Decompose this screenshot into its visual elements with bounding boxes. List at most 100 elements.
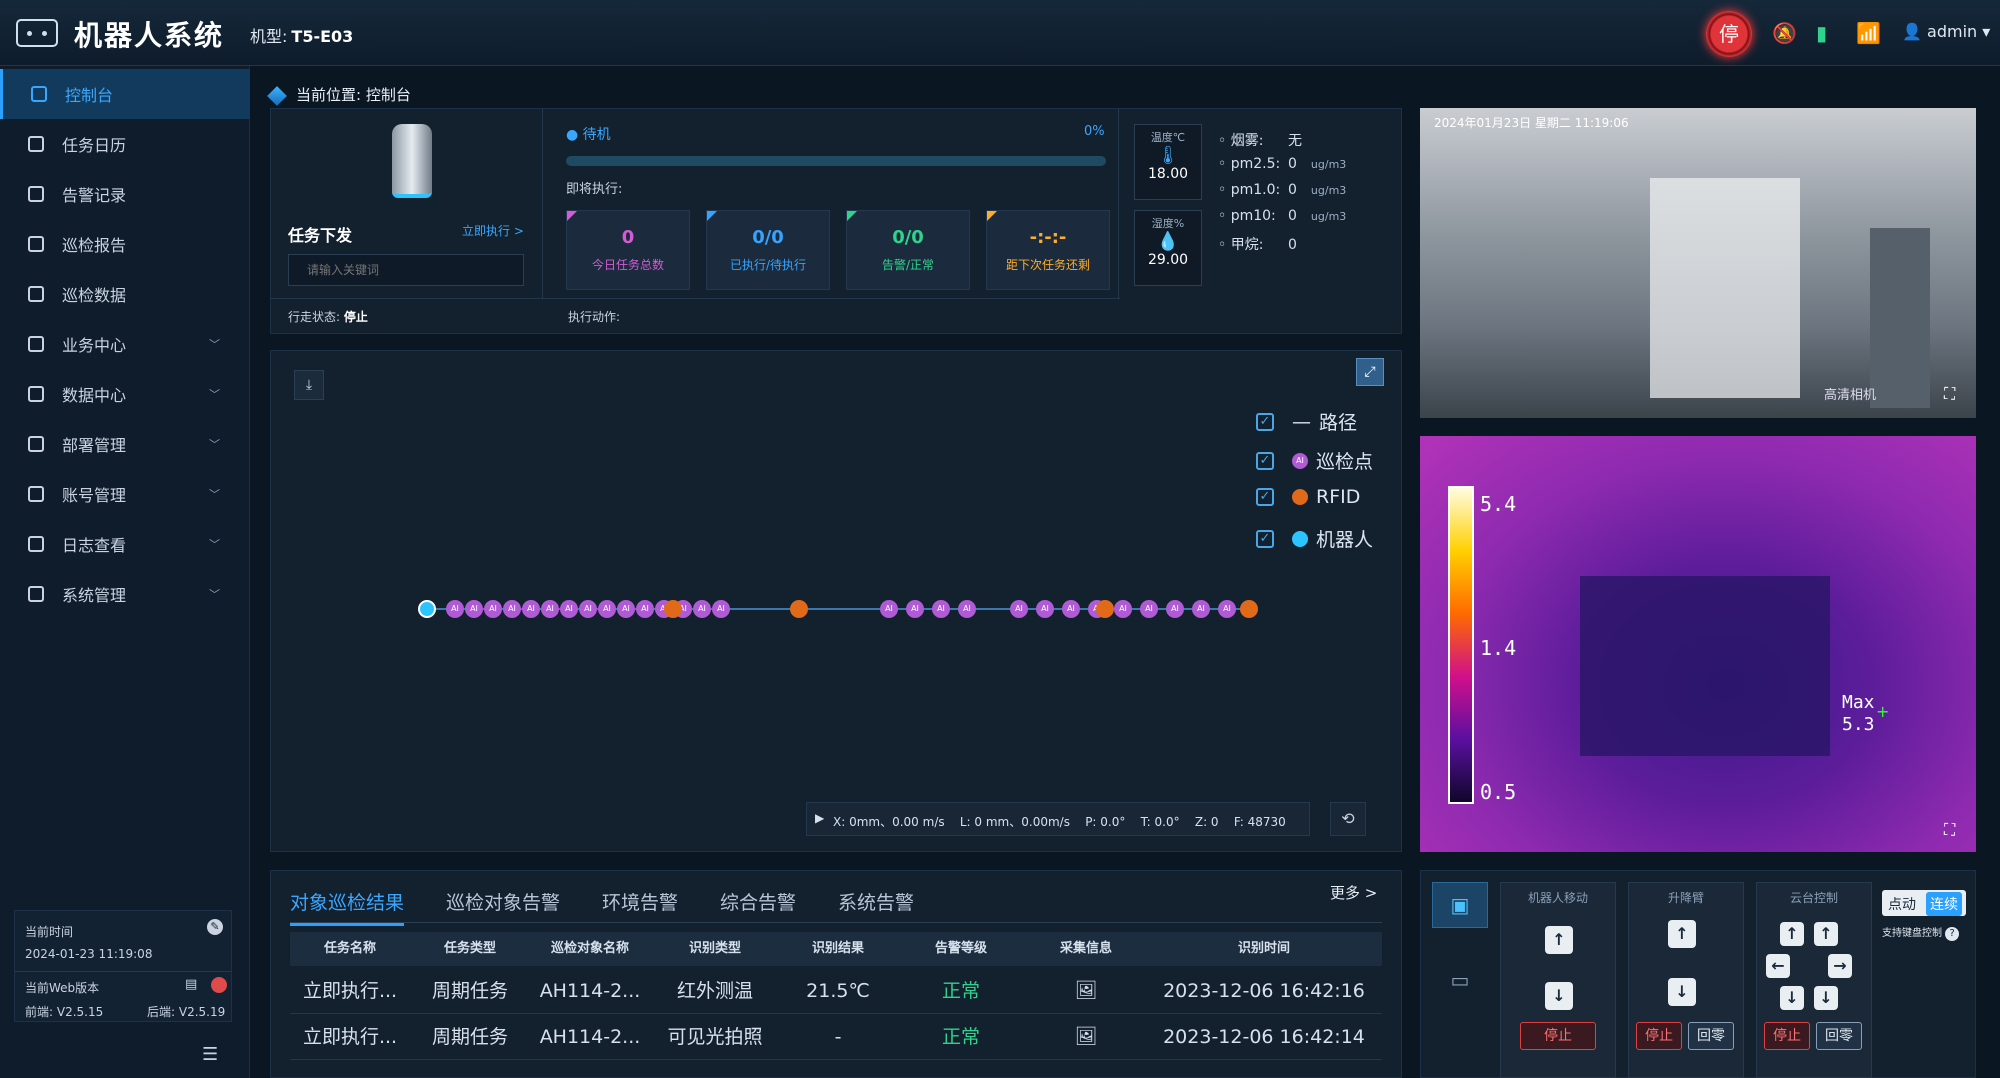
ptz-reset-button[interactable]: 回零 bbox=[1816, 1022, 1862, 1050]
patrol-point-marker[interactable]: AI bbox=[1062, 600, 1080, 618]
patrol-point-marker[interactable]: AI bbox=[541, 600, 559, 618]
move-stop-button[interactable]: 停止 bbox=[1520, 1022, 1596, 1050]
patrol-point-marker[interactable]: AI bbox=[598, 600, 616, 618]
task-search-input[interactable] bbox=[288, 254, 524, 286]
ptz-up-button[interactable]: ↑ bbox=[1780, 922, 1804, 946]
ptz-zoom-out-button[interactable]: ↓ bbox=[1814, 986, 1838, 1010]
patrol-point-marker[interactable]: AI bbox=[880, 600, 898, 618]
patrol-point-marker[interactable]: AI bbox=[1218, 600, 1236, 618]
thermal-scale-bar bbox=[1448, 486, 1474, 804]
legend-robot[interactable]: ✓ 机器人 bbox=[1256, 525, 1373, 552]
patrol-point-marker[interactable]: AI bbox=[1166, 600, 1184, 618]
monitor-control-icon[interactable]: ▭ bbox=[1432, 958, 1488, 1004]
sidebar-item-account[interactable]: 账号管理 ﹀ bbox=[0, 469, 250, 519]
keyboard-hint: 支持键盘控制 ? bbox=[1882, 924, 1960, 941]
execute-now-link[interactable]: 立即执行 > bbox=[462, 222, 524, 239]
legend-rfid[interactable]: ✓ RFID bbox=[1256, 486, 1360, 508]
patrol-point-marker[interactable]: AI bbox=[617, 600, 635, 618]
robot-control-icon[interactable]: ▣ bbox=[1432, 882, 1488, 928]
hd-camera-feed[interactable] bbox=[1420, 108, 1976, 418]
robot-model: 机型: T5-E03 bbox=[250, 27, 354, 46]
help-icon[interactable]: ? bbox=[1945, 927, 1960, 941]
patrol-point-marker[interactable]: AI bbox=[712, 600, 730, 618]
checkbox-checked-icon[interactable]: ✓ bbox=[1256, 488, 1274, 506]
patrol-point-marker[interactable]: AI bbox=[958, 600, 976, 618]
tab-object-results[interactable]: 对象巡检结果 bbox=[290, 888, 405, 926]
mode-point-option[interactable]: 点动 bbox=[1888, 894, 1916, 914]
sidebar-item-calendar[interactable]: 任务日历 bbox=[0, 119, 250, 169]
patrol-point-marker[interactable]: AI bbox=[693, 600, 711, 618]
humidity-card: 湿度% 💧 29.00 bbox=[1134, 210, 1202, 286]
expand-icon[interactable]: ⛶ bbox=[1944, 384, 1955, 404]
download-icon[interactable]: ⤓ bbox=[294, 370, 324, 400]
tab-general-alarms[interactable]: 综合告警 bbox=[720, 888, 796, 915]
reset-view-icon[interactable]: ⟲ bbox=[1330, 802, 1366, 836]
emergency-stop-button[interactable]: 停 bbox=[1706, 11, 1752, 57]
user-menu[interactable]: 👤 admin ▾ bbox=[1902, 22, 1990, 41]
rfid-marker[interactable] bbox=[790, 600, 808, 618]
table-row[interactable]: 立即执行... 周期任务 AH114-2... 红外测温 21.5℃ 正常 🖼 … bbox=[290, 968, 1382, 1014]
update-icon[interactable] bbox=[211, 977, 227, 993]
checkbox-checked-icon[interactable]: ✓ bbox=[1256, 529, 1274, 548]
tab-object-alarms[interactable]: 巡检对象告警 bbox=[446, 888, 560, 915]
legend-path[interactable]: ✓ — 路径 bbox=[1256, 408, 1357, 435]
patrol-point-marker[interactable]: AI bbox=[1140, 600, 1158, 618]
sidebar-item-console[interactable]: 控制台 bbox=[0, 69, 250, 119]
patrol-point-marker[interactable]: AI bbox=[446, 600, 464, 618]
tab-env-alarms[interactable]: 环境告警 bbox=[602, 888, 678, 915]
patrol-point-marker[interactable]: AI bbox=[503, 600, 521, 618]
checkbox-checked-icon[interactable]: ✓ bbox=[1256, 412, 1274, 431]
sidebar-item-data[interactable]: 巡检数据 bbox=[0, 269, 250, 319]
table-row[interactable]: 立即执行... 周期任务 AH114-2... 可见光拍照 - 正常 🖼 202… bbox=[290, 1014, 1382, 1060]
play-icon[interactable]: ▶ bbox=[815, 811, 824, 825]
patrol-point-marker[interactable]: AI bbox=[465, 600, 483, 618]
fullscreen-icon[interactable]: ⤢ bbox=[1356, 358, 1384, 386]
rfid-marker[interactable] bbox=[664, 600, 682, 618]
tab-system-alarms[interactable]: 系统告警 bbox=[838, 888, 914, 915]
lift-down-button[interactable]: ↓ bbox=[1668, 978, 1696, 1006]
checkbox-checked-icon[interactable]: ✓ bbox=[1256, 451, 1274, 470]
ptz-down-button[interactable]: ↓ bbox=[1780, 986, 1804, 1010]
patrol-point-marker[interactable]: AI bbox=[1010, 600, 1028, 618]
lift-reset-button[interactable]: 回零 bbox=[1688, 1022, 1734, 1050]
patrol-point-marker[interactable]: AI bbox=[522, 600, 540, 618]
sidebar-item-datacenter[interactable]: 数据中心 ﹀ bbox=[0, 369, 250, 419]
legend-patrol-point[interactable]: ✓ AI 巡检点 bbox=[1256, 447, 1373, 474]
image-icon[interactable]: 🖼 bbox=[1026, 1014, 1146, 1060]
patrol-point-marker[interactable]: AI bbox=[579, 600, 597, 618]
lift-up-button[interactable]: ↑ bbox=[1668, 920, 1696, 948]
lift-stop-button[interactable]: 停止 bbox=[1636, 1022, 1682, 1050]
rfid-marker[interactable] bbox=[1240, 600, 1258, 618]
move-forward-button[interactable]: ↑ bbox=[1545, 926, 1573, 954]
bell-off-icon[interactable]: 🔕 bbox=[1772, 21, 1797, 45]
ptz-left-button[interactable]: ← bbox=[1766, 954, 1790, 978]
patrol-point-marker[interactable]: AI bbox=[1036, 600, 1054, 618]
patrol-point-marker[interactable]: AI bbox=[1114, 600, 1132, 618]
patrol-point-marker[interactable]: AI bbox=[560, 600, 578, 618]
image-icon[interactable]: 🖼 bbox=[1026, 968, 1146, 1014]
sidebar-item-system[interactable]: 系统管理 ﹀ bbox=[0, 569, 250, 619]
sidebar-item-logs[interactable]: 日志查看 ﹀ bbox=[0, 519, 250, 569]
ptz-stop-button[interactable]: 停止 bbox=[1764, 1022, 1810, 1050]
mode-continuous-option[interactable]: 连续 bbox=[1926, 892, 1962, 916]
edit-icon[interactable]: ✎ bbox=[207, 919, 223, 935]
sidebar-item-deploy[interactable]: 部署管理 ﹀ bbox=[0, 419, 250, 469]
jog-mode-toggle[interactable]: 点动 连续 bbox=[1882, 890, 1966, 916]
sidebar-item-business[interactable]: 业务中心 ﹀ bbox=[0, 319, 250, 369]
patrol-point-marker[interactable]: AI bbox=[636, 600, 654, 618]
collapse-menu-icon[interactable]: ☰ bbox=[202, 1044, 218, 1065]
copy-icon[interactable]: ▤ bbox=[185, 977, 197, 992]
patrol-point-marker[interactable]: AI bbox=[1192, 600, 1210, 618]
rfid-marker[interactable] bbox=[1096, 600, 1114, 618]
patrol-point-marker[interactable]: AI bbox=[906, 600, 924, 618]
move-backward-button[interactable]: ↓ bbox=[1545, 982, 1573, 1010]
patrol-point-marker[interactable]: AI bbox=[932, 600, 950, 618]
patrol-point-marker[interactable]: AI bbox=[484, 600, 502, 618]
more-link[interactable]: 更多 > bbox=[1330, 882, 1377, 903]
sidebar-item-alarms[interactable]: 告警记录 bbox=[0, 169, 250, 219]
ptz-right-button[interactable]: → bbox=[1828, 954, 1852, 978]
expand-icon[interactable]: ⛶ bbox=[1944, 820, 1955, 840]
ptz-zoom-in-button[interactable]: ↑ bbox=[1814, 922, 1838, 946]
sidebar-item-report[interactable]: 巡检报告 bbox=[0, 219, 250, 269]
robot-position-marker[interactable] bbox=[418, 600, 436, 618]
